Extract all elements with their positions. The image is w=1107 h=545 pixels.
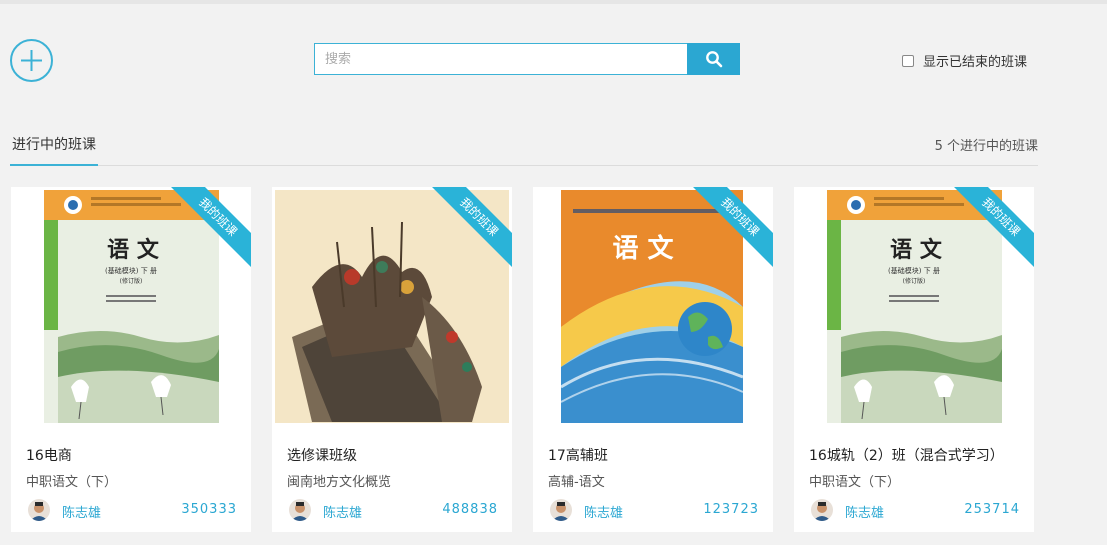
search-button[interactable] [687,43,740,75]
search-input[interactable] [314,43,687,75]
class-count: 5 个进行中的班课 [934,139,1038,154]
class-card[interactable]: 语 文 (基础模块) 下 册 (修订版) 我的班课 16城轨（2）班（混合式学习… [794,187,1034,532]
plus-circle-icon [21,50,42,71]
teacher-avatar [28,499,50,521]
class-title: 17高辅班 [548,448,608,464]
book-cover: 语 文 (基础模块) 下 册 (修订版) 我的班课 [11,187,251,427]
course-name: 闽南地方文化概览 [287,475,392,490]
cover-subtitle-text: (基础模块) 下 册 [888,266,940,275]
class-card[interactable]: 语 文 (基础模块) 下 册 (修订版) 我的班课 16电商 中职语文（下） 陈… [11,187,251,532]
cover-title-text: 语 文 [890,237,943,263]
teacher-avatar [811,499,833,521]
tab-bar: 进行中的班课 5 个进行中的班课 [10,130,1038,166]
search-icon [705,51,722,68]
teacher-name[interactable]: 陈志雄 [323,502,362,521]
teacher-avatar [550,499,572,521]
cover-edition-text: (修订版) [120,277,143,285]
search-bar [314,43,740,75]
cover-subtitle-text: (基础模块) 下 册 [105,266,157,275]
add-class-button[interactable] [10,39,53,82]
show-ended-checkbox[interactable] [902,54,914,67]
class-title: 选修课班级 [287,448,357,464]
book-cover: 语 文 我的班课 [533,187,773,427]
course-name: 高辅-语文 [548,475,605,490]
cover-title-text: 语 文 [107,237,160,263]
tab-active-classes[interactable]: 进行中的班课 [10,133,98,166]
course-name: 中职语文（下） [26,475,118,490]
show-ended-label: 显示已结束的班课 [923,55,1028,70]
class-card[interactable]: 语 文 我的班课 17高辅班 高辅-语文 陈志雄 123723 [533,187,773,532]
class-title: 16城轨（2）班（混合式学习） [809,448,1004,464]
teacher-name[interactable]: 陈志雄 [845,502,884,521]
class-code: 350333 [181,502,237,517]
class-code: 123723 [703,502,759,517]
teacher-name[interactable]: 陈志雄 [62,502,101,521]
book-cover: 语 文 (基础模块) 下 册 (修订版) 我的班课 [794,187,1034,427]
cover-edition-text: (修订版) [903,277,926,285]
class-title: 16电商 [26,448,72,464]
class-card[interactable]: 我的班课 选修课班级 闽南地方文化概览 陈志雄 488838 [272,187,512,532]
class-code: 253714 [964,502,1020,517]
show-ended-toggle[interactable]: 显示已结束的班课 [902,51,1027,70]
top-divider [0,0,1107,4]
course-name: 中职语文（下） [809,475,901,490]
teacher-name[interactable]: 陈志雄 [584,502,623,521]
class-code: 488838 [442,502,498,517]
cover-title-text: 语 文 [612,233,674,264]
book-cover: 我的班课 [272,187,512,427]
teacher-avatar [289,499,311,521]
